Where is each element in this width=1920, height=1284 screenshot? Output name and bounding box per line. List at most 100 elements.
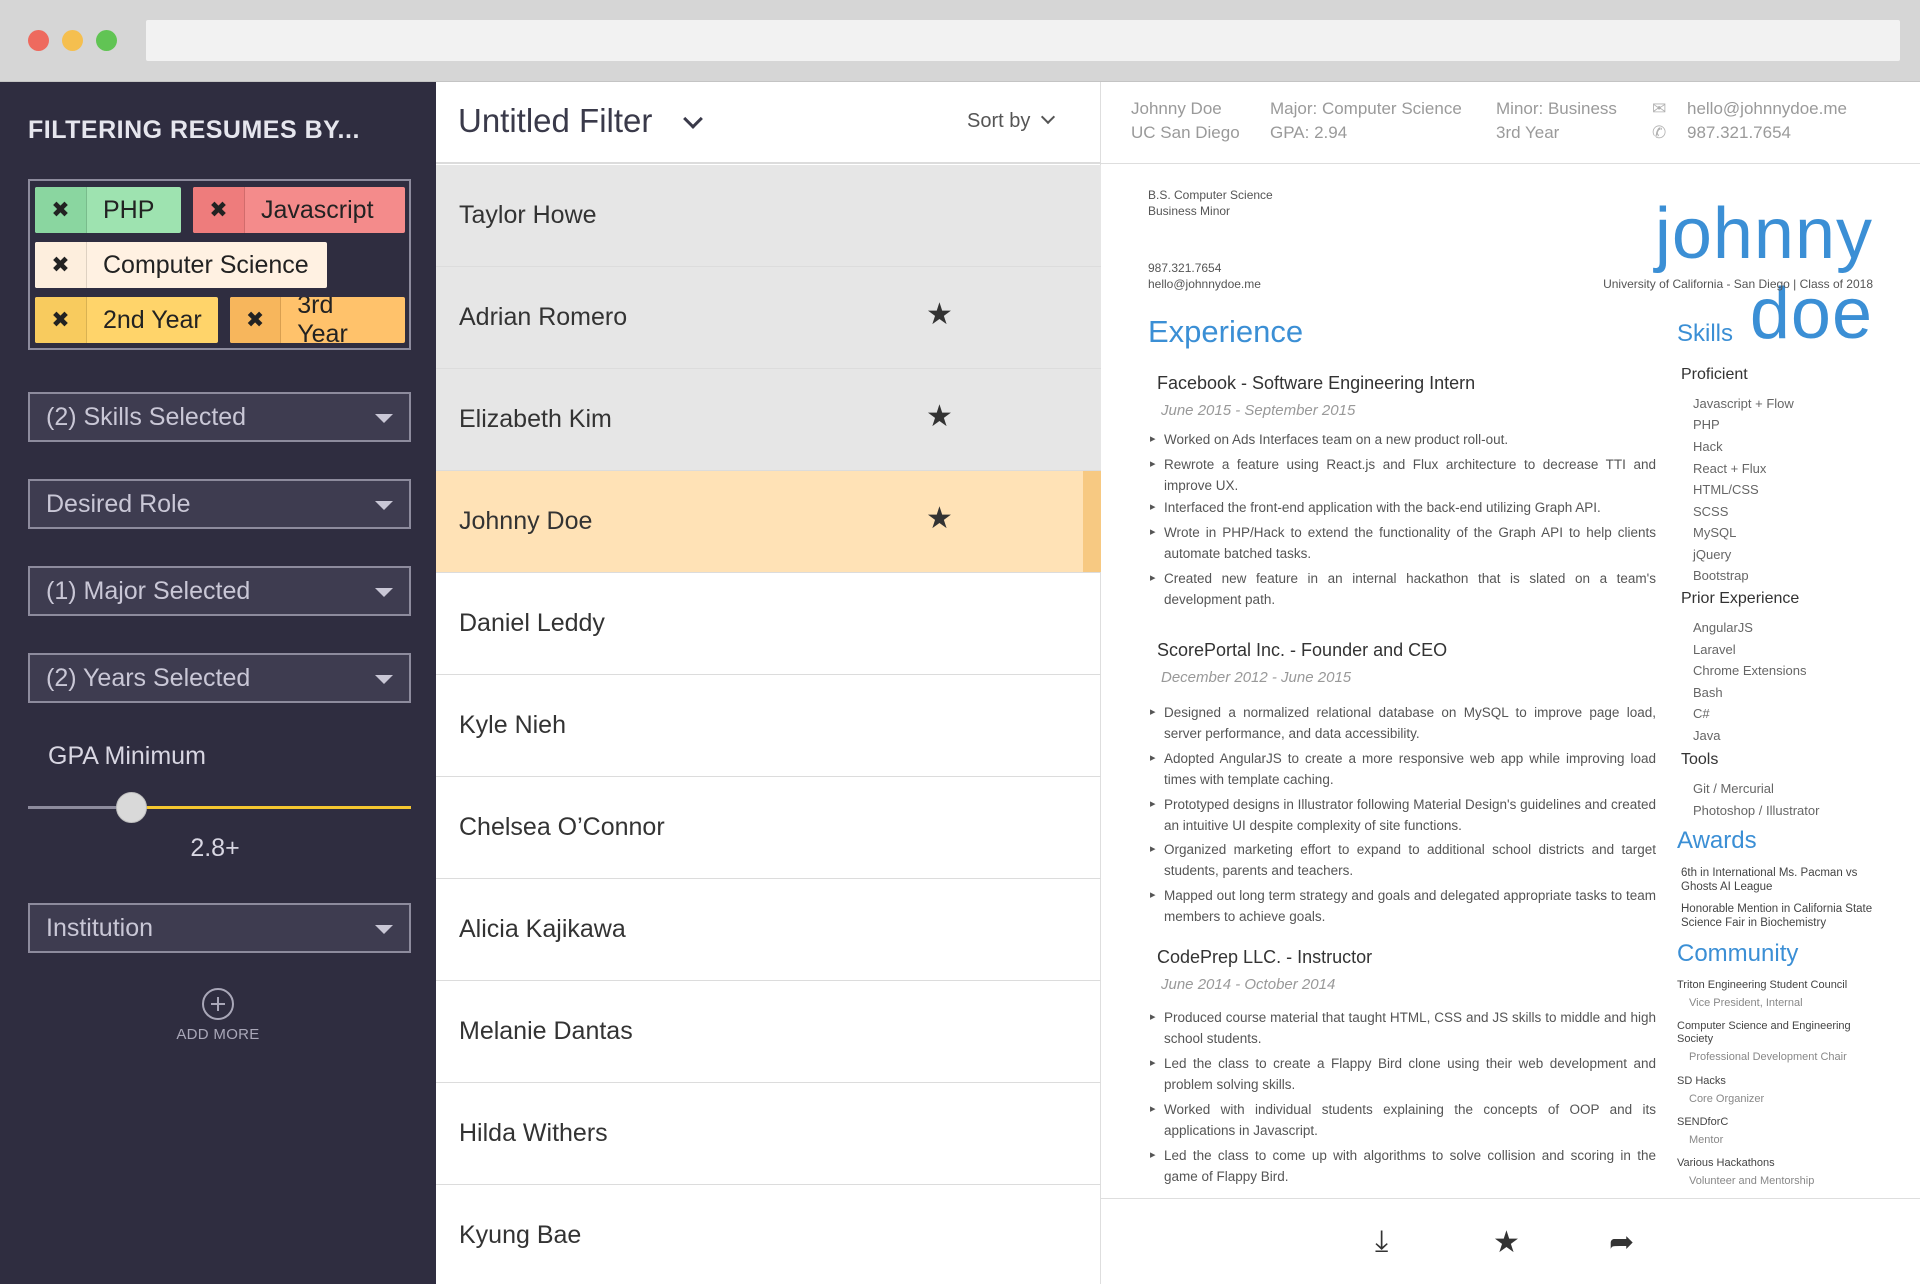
candidate-row[interactable]: Kyle Nieh	[436, 675, 1101, 777]
tools-label: Tools	[1681, 751, 1719, 768]
minimize-window-button[interactable]	[62, 30, 83, 51]
filter-tag-3rd-year[interactable]: ✖ 3rd Year	[230, 297, 405, 343]
community-heading: Community	[1677, 940, 1799, 967]
candidate-gpa: GPA: 2.94	[1270, 123, 1348, 142]
resume-panel: Johnny Doe UC San Diego Major: Computer …	[1101, 82, 1920, 1284]
selected-indicator	[1083, 471, 1101, 572]
job-bullet: Organized marketing effort to expand to …	[1150, 839, 1656, 881]
skill-item: Hack	[1693, 439, 1723, 454]
skill-item: AngularJS	[1693, 620, 1753, 635]
browser-chrome	[0, 0, 1920, 82]
job-title: CodePrep LLC. - Instructor	[1157, 947, 1373, 967]
skill-item: Bash	[1693, 685, 1723, 700]
skill-item: Bootstrap	[1693, 568, 1749, 583]
candidate-row-selected[interactable]: Johnny Doe ★	[436, 471, 1101, 573]
list-header: Untitled Filter Sort by	[436, 82, 1101, 164]
candidate-row[interactable]: Melanie Dantas	[436, 981, 1101, 1083]
skills-dropdown[interactable]: (2) Skills Selected	[28, 392, 411, 442]
resume-degree: B.S. Computer Science	[1148, 188, 1273, 202]
candidate-year: 3rd Year	[1496, 123, 1560, 142]
share-icon[interactable]: ➦	[1609, 1225, 1634, 1260]
skill-item: C#	[1693, 706, 1710, 721]
candidate-row[interactable]: Alicia Kajikawa	[436, 879, 1101, 981]
resume-university: University of California - San Diego | C…	[1603, 277, 1873, 291]
filter-sidebar: FILTERING RESUMES BY... ✖ PHP ✖ Javascri…	[0, 82, 436, 1284]
major-dropdown[interactable]: (1) Major Selected	[28, 566, 411, 616]
desired-role-dropdown[interactable]: Desired Role	[28, 479, 411, 529]
candidate-row[interactable]: Kyung Bae	[436, 1185, 1101, 1284]
download-icon[interactable]: ⤓	[1375, 1225, 1388, 1259]
sort-by-button[interactable]: Sort by	[967, 110, 1030, 133]
filter-tag-php[interactable]: ✖ PHP	[35, 187, 181, 233]
job-bullet: Wrote in PHP/Hack to extend the function…	[1150, 522, 1656, 564]
skill-item: Chrome Extensions	[1693, 663, 1807, 678]
star-icon[interactable]: ★	[926, 297, 953, 332]
institution-dropdown[interactable]: Institution	[28, 903, 411, 953]
chevron-down-icon[interactable]	[1040, 109, 1056, 125]
job-bullet: Led the class to come up with algorithms…	[1150, 1145, 1656, 1187]
gpa-value: 2.8+	[190, 834, 240, 862]
remove-tag-icon[interactable]: ✖	[35, 297, 87, 343]
gpa-slider-track[interactable]	[28, 806, 411, 809]
community-role: Professional Development Chair	[1689, 1051, 1847, 1063]
star-icon[interactable]: ★	[926, 501, 953, 536]
job-date: June 2015 - September 2015	[1161, 402, 1356, 419]
job-bullet: Produced course material that taught HTM…	[1150, 1007, 1656, 1049]
candidate-minor: Minor: Business	[1496, 99, 1617, 118]
gpa-slider-handle[interactable]	[115, 792, 147, 823]
filter-tag-computer-science[interactable]: ✖ Computer Science	[35, 242, 327, 288]
remove-tag-icon[interactable]: ✖	[193, 187, 245, 233]
skill-item: Javascript + Flow	[1693, 396, 1794, 411]
job-title: ScorePortal Inc. - Founder and CEO	[1157, 640, 1448, 660]
job-bullet: Rewrote a feature using React.js and Flu…	[1150, 454, 1656, 496]
award-item: 6th in International Ms. Pacman vs Ghost…	[1681, 867, 1858, 893]
gpa-minimum-label: GPA Minimum	[48, 742, 206, 770]
candidate-row[interactable]: Adrian Romero ★	[436, 267, 1101, 369]
close-window-button[interactable]	[28, 30, 49, 51]
resume-minor: Business Minor	[1148, 204, 1231, 218]
candidate-email[interactable]: hello@johnnydoe.me	[1687, 97, 1847, 121]
years-dropdown[interactable]: (2) Years Selected	[28, 653, 411, 703]
resume-document: B.S. Computer Science Business Minor 987…	[1101, 164, 1920, 1198]
skill-item: SCSS	[1693, 504, 1729, 519]
job-title: Facebook - Software Engineering Intern	[1157, 373, 1476, 393]
chevron-down-icon	[375, 501, 393, 510]
plus-circle-icon	[202, 988, 234, 1020]
candidate-row[interactable]: Elizabeth Kim ★	[436, 369, 1101, 471]
community-role: Core Organizer	[1689, 1093, 1765, 1105]
skill-item: Laravel	[1693, 642, 1736, 657]
candidate-name: Johnny Doe	[1131, 99, 1222, 118]
resume-summary-header: Johnny Doe UC San Diego Major: Computer …	[1101, 82, 1920, 164]
candidate-row[interactable]: Daniel Leddy	[436, 573, 1101, 675]
community-role: Vice President, Internal	[1689, 997, 1803, 1009]
remove-tag-icon[interactable]: ✖	[230, 297, 282, 343]
candidate-row[interactable]: Hilda Withers	[436, 1083, 1101, 1185]
skill-item: Java	[1693, 728, 1721, 743]
awards-heading: Awards	[1677, 827, 1757, 854]
skill-item: jQuery	[1693, 547, 1732, 562]
filter-tag-javascript[interactable]: ✖ Javascript	[193, 187, 405, 233]
remove-tag-icon[interactable]: ✖	[35, 187, 87, 233]
community-role: Mentor	[1689, 1134, 1724, 1146]
filter-title[interactable]: Untitled Filter	[458, 102, 652, 140]
skill-item: Photoshop / Illustrator	[1693, 803, 1820, 818]
community-org: Triton Engineering Student Council	[1677, 979, 1848, 991]
star-icon[interactable]: ★	[926, 399, 953, 434]
chevron-down-icon	[375, 675, 393, 684]
star-icon[interactable]: ★	[1493, 1225, 1520, 1260]
candidate-major: Major: Computer Science	[1270, 99, 1462, 118]
chevron-down-icon[interactable]	[683, 109, 703, 129]
email-icon: ✉	[1652, 99, 1667, 118]
experience-heading: Experience	[1148, 314, 1304, 349]
filter-tag-2nd-year[interactable]: ✖ 2nd Year	[35, 297, 218, 343]
candidate-school: UC San Diego	[1131, 123, 1240, 142]
maximize-window-button[interactable]	[96, 30, 117, 51]
address-bar[interactable]	[146, 20, 1900, 61]
job-bullet: Mapped out long term strategy and goals …	[1150, 885, 1656, 927]
remove-tag-icon[interactable]: ✖	[35, 242, 87, 288]
candidate-row[interactable]: Taylor Howe	[436, 165, 1101, 267]
community-org: Computer Science and Engineering Society	[1677, 1020, 1851, 1045]
candidate-phone[interactable]: 987.321.7654	[1687, 121, 1847, 145]
add-more-button[interactable]: ADD MORE	[168, 988, 268, 1043]
candidate-row[interactable]: Chelsea O’Connor	[436, 777, 1101, 879]
